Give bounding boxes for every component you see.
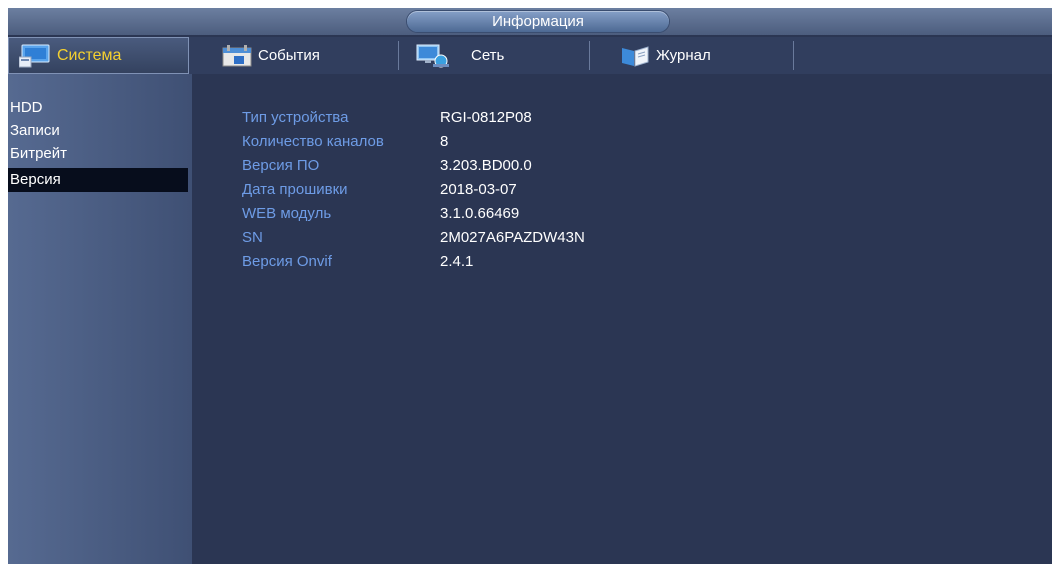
calendar-icon xyxy=(222,44,254,67)
page-title: Информация xyxy=(407,11,669,32)
dvr-info-window: Информация Система События Сеть Журнал H… xyxy=(8,8,1052,564)
info-key: SN xyxy=(242,229,263,246)
tab-events[interactable]: События xyxy=(222,37,320,74)
info-value: 8 xyxy=(440,133,449,150)
sidebar-item-label: Версия xyxy=(10,171,61,188)
title-bar: Информация xyxy=(8,8,1052,35)
info-key: Тип устройства xyxy=(242,109,349,126)
tab-bar: Система События Сеть Журнал xyxy=(8,37,1052,74)
tab-network[interactable]: Сеть xyxy=(415,37,504,74)
info-value: 2.4.1 xyxy=(440,253,474,270)
tab-divider xyxy=(589,41,590,70)
info-key: Количество каналов xyxy=(242,133,384,150)
sidebar-item-label: HDD xyxy=(10,99,43,116)
info-key: Версия ПО xyxy=(242,157,320,174)
sidebar-item-version[interactable]: Версия xyxy=(8,168,188,192)
tab-log-label: Журнал xyxy=(656,47,711,64)
info-key: Дата прошивки xyxy=(242,181,348,198)
tab-system-label: Система xyxy=(57,46,122,64)
tab-events-label: События xyxy=(258,47,320,64)
sidebar: HDD Записи Битрейт Версия xyxy=(8,74,192,564)
info-value: 2M027A6PAZDW43N xyxy=(440,229,585,246)
network-icon xyxy=(415,44,449,68)
info-key: WEB модуль xyxy=(242,205,332,222)
info-panel: Тип устройства RGI-0812P08 Количество ка… xyxy=(192,74,1052,564)
tab-log[interactable]: Журнал xyxy=(620,37,711,74)
info-value: RGI-0812P08 xyxy=(440,109,532,126)
sidebar-item-records[interactable]: Записи xyxy=(8,119,188,143)
monitor-icon xyxy=(18,44,51,68)
info-key: Версия Onvif xyxy=(242,253,332,270)
sidebar-item-label: Битрейт xyxy=(10,145,68,162)
book-icon xyxy=(620,45,650,67)
sidebar-item-hdd[interactable]: HDD xyxy=(8,96,188,120)
tab-divider xyxy=(793,41,794,70)
sidebar-item-label: Записи xyxy=(10,122,60,139)
info-value: 3.1.0.66469 xyxy=(440,205,520,222)
info-value: 3.203.BD00.0 xyxy=(440,157,532,174)
tab-divider xyxy=(398,41,399,70)
tab-network-label: Сеть xyxy=(471,47,505,64)
tab-system[interactable]: Система xyxy=(8,37,189,74)
info-value: 2018-03-07 xyxy=(440,181,517,198)
sidebar-item-bitrate[interactable]: Битрейт xyxy=(8,142,188,166)
